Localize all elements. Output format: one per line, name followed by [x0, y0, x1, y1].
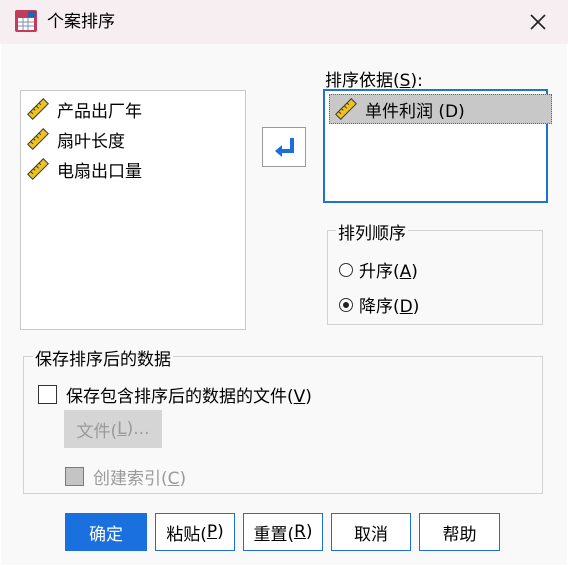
- sort-order-title: 排列顺序: [336, 219, 408, 244]
- ruler-scale-icon: [27, 158, 49, 180]
- radio-ascending[interactable]: 升序(A): [339, 257, 418, 282]
- file-button[interactable]: 文件(L)...: [64, 410, 162, 448]
- help-button[interactable]: 帮助: [419, 513, 500, 551]
- sort-by-list[interactable]: 单件利润 (D): [323, 89, 552, 203]
- create-index-checkbox-label: 创建索引(C): [93, 469, 187, 489]
- save-file-checkbox-row[interactable]: 保存包含排序后的数据的文件(V): [38, 382, 312, 407]
- sort-by-item[interactable]: 单件利润 (D): [329, 94, 552, 124]
- variable-list[interactable]: 产品出厂年 扇叶长度 电扇出口量: [20, 90, 246, 330]
- cancel-button[interactable]: 取消: [331, 513, 411, 551]
- sort-by-label: 排序依据(S):: [325, 71, 423, 91]
- close-icon[interactable]: [522, 6, 554, 38]
- spss-data-icon: [15, 10, 37, 32]
- create-index-checkbox-row[interactable]: 创建索引(C): [65, 464, 186, 489]
- radio-descending[interactable]: 降序(D): [339, 292, 419, 317]
- radio-circle[interactable]: [339, 262, 353, 277]
- variable-item[interactable]: 扇叶长度: [27, 126, 125, 152]
- variable-label: 扇叶长度: [57, 131, 125, 152]
- variable-label: 产品出厂年: [57, 101, 142, 122]
- variable-item[interactable]: 电扇出口量: [27, 156, 142, 182]
- radio-descending-label: 降序(D): [359, 297, 420, 317]
- save-group-title: 保存排序后的数据: [33, 345, 173, 370]
- reset-button[interactable]: 重置(R): [243, 513, 323, 551]
- paste-button[interactable]: 粘贴(P): [155, 513, 235, 551]
- move-variable-button[interactable]: [262, 127, 306, 167]
- radio-ascending-label: 升序(A): [359, 262, 418, 282]
- create-index-checkbox[interactable]: [65, 467, 84, 486]
- ok-button[interactable]: 确定: [65, 513, 147, 551]
- sort-by-item-label: 单件利润 (D): [365, 101, 465, 122]
- variable-item[interactable]: 产品出厂年: [27, 96, 142, 122]
- ruler-scale-icon: [27, 98, 49, 120]
- ruler-scale-icon: [335, 98, 357, 120]
- radio-circle[interactable]: [339, 297, 353, 312]
- save-file-checkbox-label: 保存包含排序后的数据的文件(V): [66, 387, 312, 407]
- ruler-scale-icon: [27, 128, 49, 150]
- save-file-checkbox[interactable]: [38, 385, 57, 404]
- variable-label: 电扇出口量: [57, 161, 142, 182]
- window-title: 个案排序: [47, 12, 115, 32]
- arrow-left-icon: [275, 138, 294, 157]
- radio-selected-dot: [343, 301, 349, 308]
